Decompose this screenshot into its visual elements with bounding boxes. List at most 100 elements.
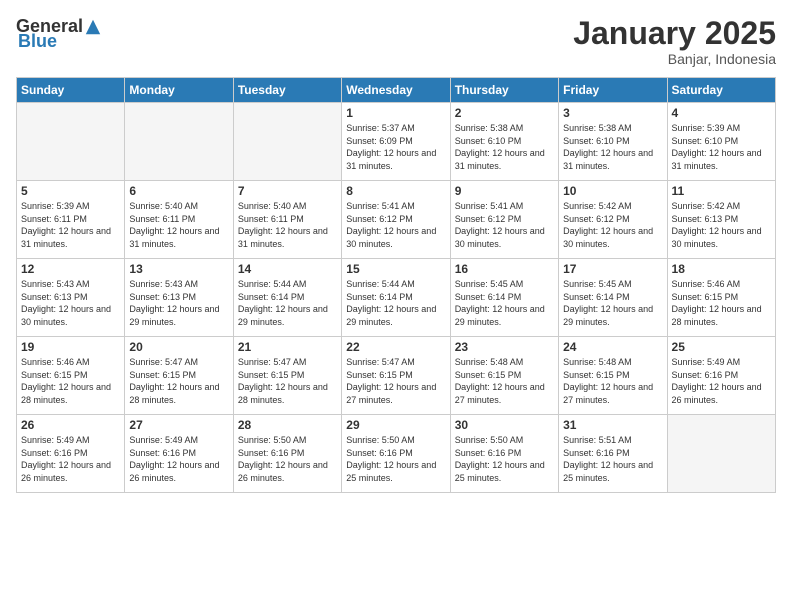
day-info: Sunrise: 5:39 AM Sunset: 6:11 PM Dayligh… [21, 200, 120, 250]
day-info: Sunrise: 5:46 AM Sunset: 6:15 PM Dayligh… [21, 356, 120, 406]
day-info: Sunrise: 5:49 AM Sunset: 6:16 PM Dayligh… [672, 356, 771, 406]
day-number: 6 [129, 184, 228, 198]
calendar-cell: 27 Sunrise: 5:49 AM Sunset: 6:16 PM Dayli… [125, 415, 233, 493]
calendar-cell: 22Sunrise: 5:47 AM Sunset: 6:15 PM Dayli… [342, 337, 450, 415]
day-number: 29 [346, 418, 445, 432]
day-number: 24 [563, 340, 662, 354]
day-number: 26 [21, 418, 120, 432]
calendar-cell: 30 Sunrise: 5:50 AM Sunset: 6:16 PM Dayli… [450, 415, 558, 493]
calendar-week-row-1: 1 Sunrise: 5:37 AM Sunset: 6:09 PM Daylig… [17, 103, 776, 181]
calendar-cell: 4 Sunrise: 5:39 AM Sunset: 6:10 PM Daylig… [667, 103, 775, 181]
col-tuesday: Tuesday [233, 78, 341, 103]
day-info: Sunrise: 5:43 AM Sunset: 6:13 PM Dayligh… [21, 278, 120, 328]
col-monday: Monday [125, 78, 233, 103]
calendar-header-row: Sunday Monday Tuesday Wednesday Thursday… [17, 78, 776, 103]
day-info: Sunrise: 5:49 AM Sunset: 6:16 PM Dayligh… [129, 434, 228, 484]
day-info: Sunrise: 5:48 AM Sunset: 6:15 PM Dayligh… [563, 356, 662, 406]
day-number: 3 [563, 106, 662, 120]
calendar-cell: 6 Sunrise: 5:40 AM Sunset: 6:11 PM Daylig… [125, 181, 233, 259]
calendar-week-row-3: 12 Sunrise: 5:43 AM Sunset: 6:13 PM Dayli… [17, 259, 776, 337]
calendar-cell: 5 Sunrise: 5:39 AM Sunset: 6:11 PM Daylig… [17, 181, 125, 259]
day-info: Sunrise: 5:40 AM Sunset: 6:11 PM Dayligh… [129, 200, 228, 250]
day-number: 12 [21, 262, 120, 276]
day-info: Sunrise: 5:42 AM Sunset: 6:12 PM Dayligh… [563, 200, 662, 250]
day-number: 31 [563, 418, 662, 432]
calendar-cell: 12 Sunrise: 5:43 AM Sunset: 6:13 PM Dayli… [17, 259, 125, 337]
day-number: 15 [346, 262, 445, 276]
calendar-cell: 16 Sunrise: 5:45 AM Sunset: 6:14 PM Dayli… [450, 259, 558, 337]
logo-icon [84, 18, 102, 36]
col-saturday: Saturday [667, 78, 775, 103]
calendar-cell: 10 Sunrise: 5:42 AM Sunset: 6:12 PM Dayli… [559, 181, 667, 259]
calendar-cell: 11Sunrise: 5:42 AM Sunset: 6:13 PM Dayli… [667, 181, 775, 259]
col-friday: Friday [559, 78, 667, 103]
calendar-week-row-4: 19Sunrise: 5:46 AM Sunset: 6:15 PM Dayli… [17, 337, 776, 415]
day-info: Sunrise: 5:39 AM Sunset: 6:10 PM Dayligh… [672, 122, 771, 172]
day-number: 10 [563, 184, 662, 198]
day-number: 5 [21, 184, 120, 198]
day-number: 21 [238, 340, 337, 354]
day-number: 9 [455, 184, 554, 198]
calendar-cell: 23Sunrise: 5:48 AM Sunset: 6:15 PM Dayli… [450, 337, 558, 415]
day-info: Sunrise: 5:42 AM Sunset: 6:13 PM Dayligh… [672, 200, 771, 250]
calendar-cell: 3 Sunrise: 5:38 AM Sunset: 6:10 PM Daylig… [559, 103, 667, 181]
location-subtitle: Banjar, Indonesia [573, 51, 776, 67]
day-info: Sunrise: 5:45 AM Sunset: 6:14 PM Dayligh… [455, 278, 554, 328]
calendar-cell: 28 Sunrise: 5:50 AM Sunset: 6:16 PM Dayli… [233, 415, 341, 493]
calendar-cell: 26 Sunrise: 5:49 AM Sunset: 6:16 PM Dayli… [17, 415, 125, 493]
calendar-cell: 31 Sunrise: 5:51 AM Sunset: 6:16 PM Dayli… [559, 415, 667, 493]
day-info: Sunrise: 5:44 AM Sunset: 6:14 PM Dayligh… [238, 278, 337, 328]
title-block: January 2025 Banjar, Indonesia [573, 16, 776, 67]
calendar-cell: 19Sunrise: 5:46 AM Sunset: 6:15 PM Dayli… [17, 337, 125, 415]
calendar-cell: 9Sunrise: 5:41 AM Sunset: 6:12 PM Daylig… [450, 181, 558, 259]
day-number: 18 [672, 262, 771, 276]
day-info: Sunrise: 5:45 AM Sunset: 6:14 PM Dayligh… [563, 278, 662, 328]
day-number: 25 [672, 340, 771, 354]
calendar-cell: 25 Sunrise: 5:49 AM Sunset: 6:16 PM Dayli… [667, 337, 775, 415]
col-wednesday: Wednesday [342, 78, 450, 103]
day-info: Sunrise: 5:50 AM Sunset: 6:16 PM Dayligh… [455, 434, 554, 484]
day-info: Sunrise: 5:41 AM Sunset: 6:12 PM Dayligh… [346, 200, 445, 250]
day-info: Sunrise: 5:37 AM Sunset: 6:09 PM Dayligh… [346, 122, 445, 172]
day-info: Sunrise: 5:43 AM Sunset: 6:13 PM Dayligh… [129, 278, 228, 328]
day-number: 16 [455, 262, 554, 276]
calendar-cell: 20 Sunrise: 5:47 AM Sunset: 6:15 PM Dayli… [125, 337, 233, 415]
day-info: Sunrise: 5:49 AM Sunset: 6:16 PM Dayligh… [21, 434, 120, 484]
month-title: January 2025 [573, 16, 776, 51]
day-info: Sunrise: 5:47 AM Sunset: 6:15 PM Dayligh… [238, 356, 337, 406]
col-thursday: Thursday [450, 78, 558, 103]
day-number: 4 [672, 106, 771, 120]
calendar-week-row-5: 26 Sunrise: 5:49 AM Sunset: 6:16 PM Dayli… [17, 415, 776, 493]
day-number: 30 [455, 418, 554, 432]
day-info: Sunrise: 5:50 AM Sunset: 6:16 PM Dayligh… [238, 434, 337, 484]
day-number: 1 [346, 106, 445, 120]
day-number: 7 [238, 184, 337, 198]
day-number: 28 [238, 418, 337, 432]
calendar-cell [667, 415, 775, 493]
day-number: 27 [129, 418, 228, 432]
calendar-cell: 8 Sunrise: 5:41 AM Sunset: 6:12 PM Daylig… [342, 181, 450, 259]
day-info: Sunrise: 5:51 AM Sunset: 6:16 PM Dayligh… [563, 434, 662, 484]
calendar-cell: 1 Sunrise: 5:37 AM Sunset: 6:09 PM Daylig… [342, 103, 450, 181]
calendar-cell: 2 Sunrise: 5:38 AM Sunset: 6:10 PM Daylig… [450, 103, 558, 181]
calendar-cell: 21 Sunrise: 5:47 AM Sunset: 6:15 PM Dayli… [233, 337, 341, 415]
day-info: Sunrise: 5:38 AM Sunset: 6:10 PM Dayligh… [563, 122, 662, 172]
day-number: 8 [346, 184, 445, 198]
day-info: Sunrise: 5:48 AM Sunset: 6:15 PM Dayligh… [455, 356, 554, 406]
calendar-cell: 18Sunrise: 5:46 AM Sunset: 6:15 PM Dayli… [667, 259, 775, 337]
calendar-week-row-2: 5 Sunrise: 5:39 AM Sunset: 6:11 PM Daylig… [17, 181, 776, 259]
day-info: Sunrise: 5:40 AM Sunset: 6:11 PM Dayligh… [238, 200, 337, 250]
day-info: Sunrise: 5:47 AM Sunset: 6:15 PM Dayligh… [129, 356, 228, 406]
day-info: Sunrise: 5:50 AM Sunset: 6:16 PM Dayligh… [346, 434, 445, 484]
day-number: 20 [129, 340, 228, 354]
calendar-cell [125, 103, 233, 181]
logo-blue: Blue [18, 31, 57, 52]
logo: General Blue [16, 16, 101, 52]
col-sunday: Sunday [17, 78, 125, 103]
calendar-cell: 17 Sunrise: 5:45 AM Sunset: 6:14 PM Dayli… [559, 259, 667, 337]
calendar-cell: 13Sunrise: 5:43 AM Sunset: 6:13 PM Dayli… [125, 259, 233, 337]
day-info: Sunrise: 5:38 AM Sunset: 6:10 PM Dayligh… [455, 122, 554, 172]
day-number: 2 [455, 106, 554, 120]
day-number: 17 [563, 262, 662, 276]
day-info: Sunrise: 5:44 AM Sunset: 6:14 PM Dayligh… [346, 278, 445, 328]
